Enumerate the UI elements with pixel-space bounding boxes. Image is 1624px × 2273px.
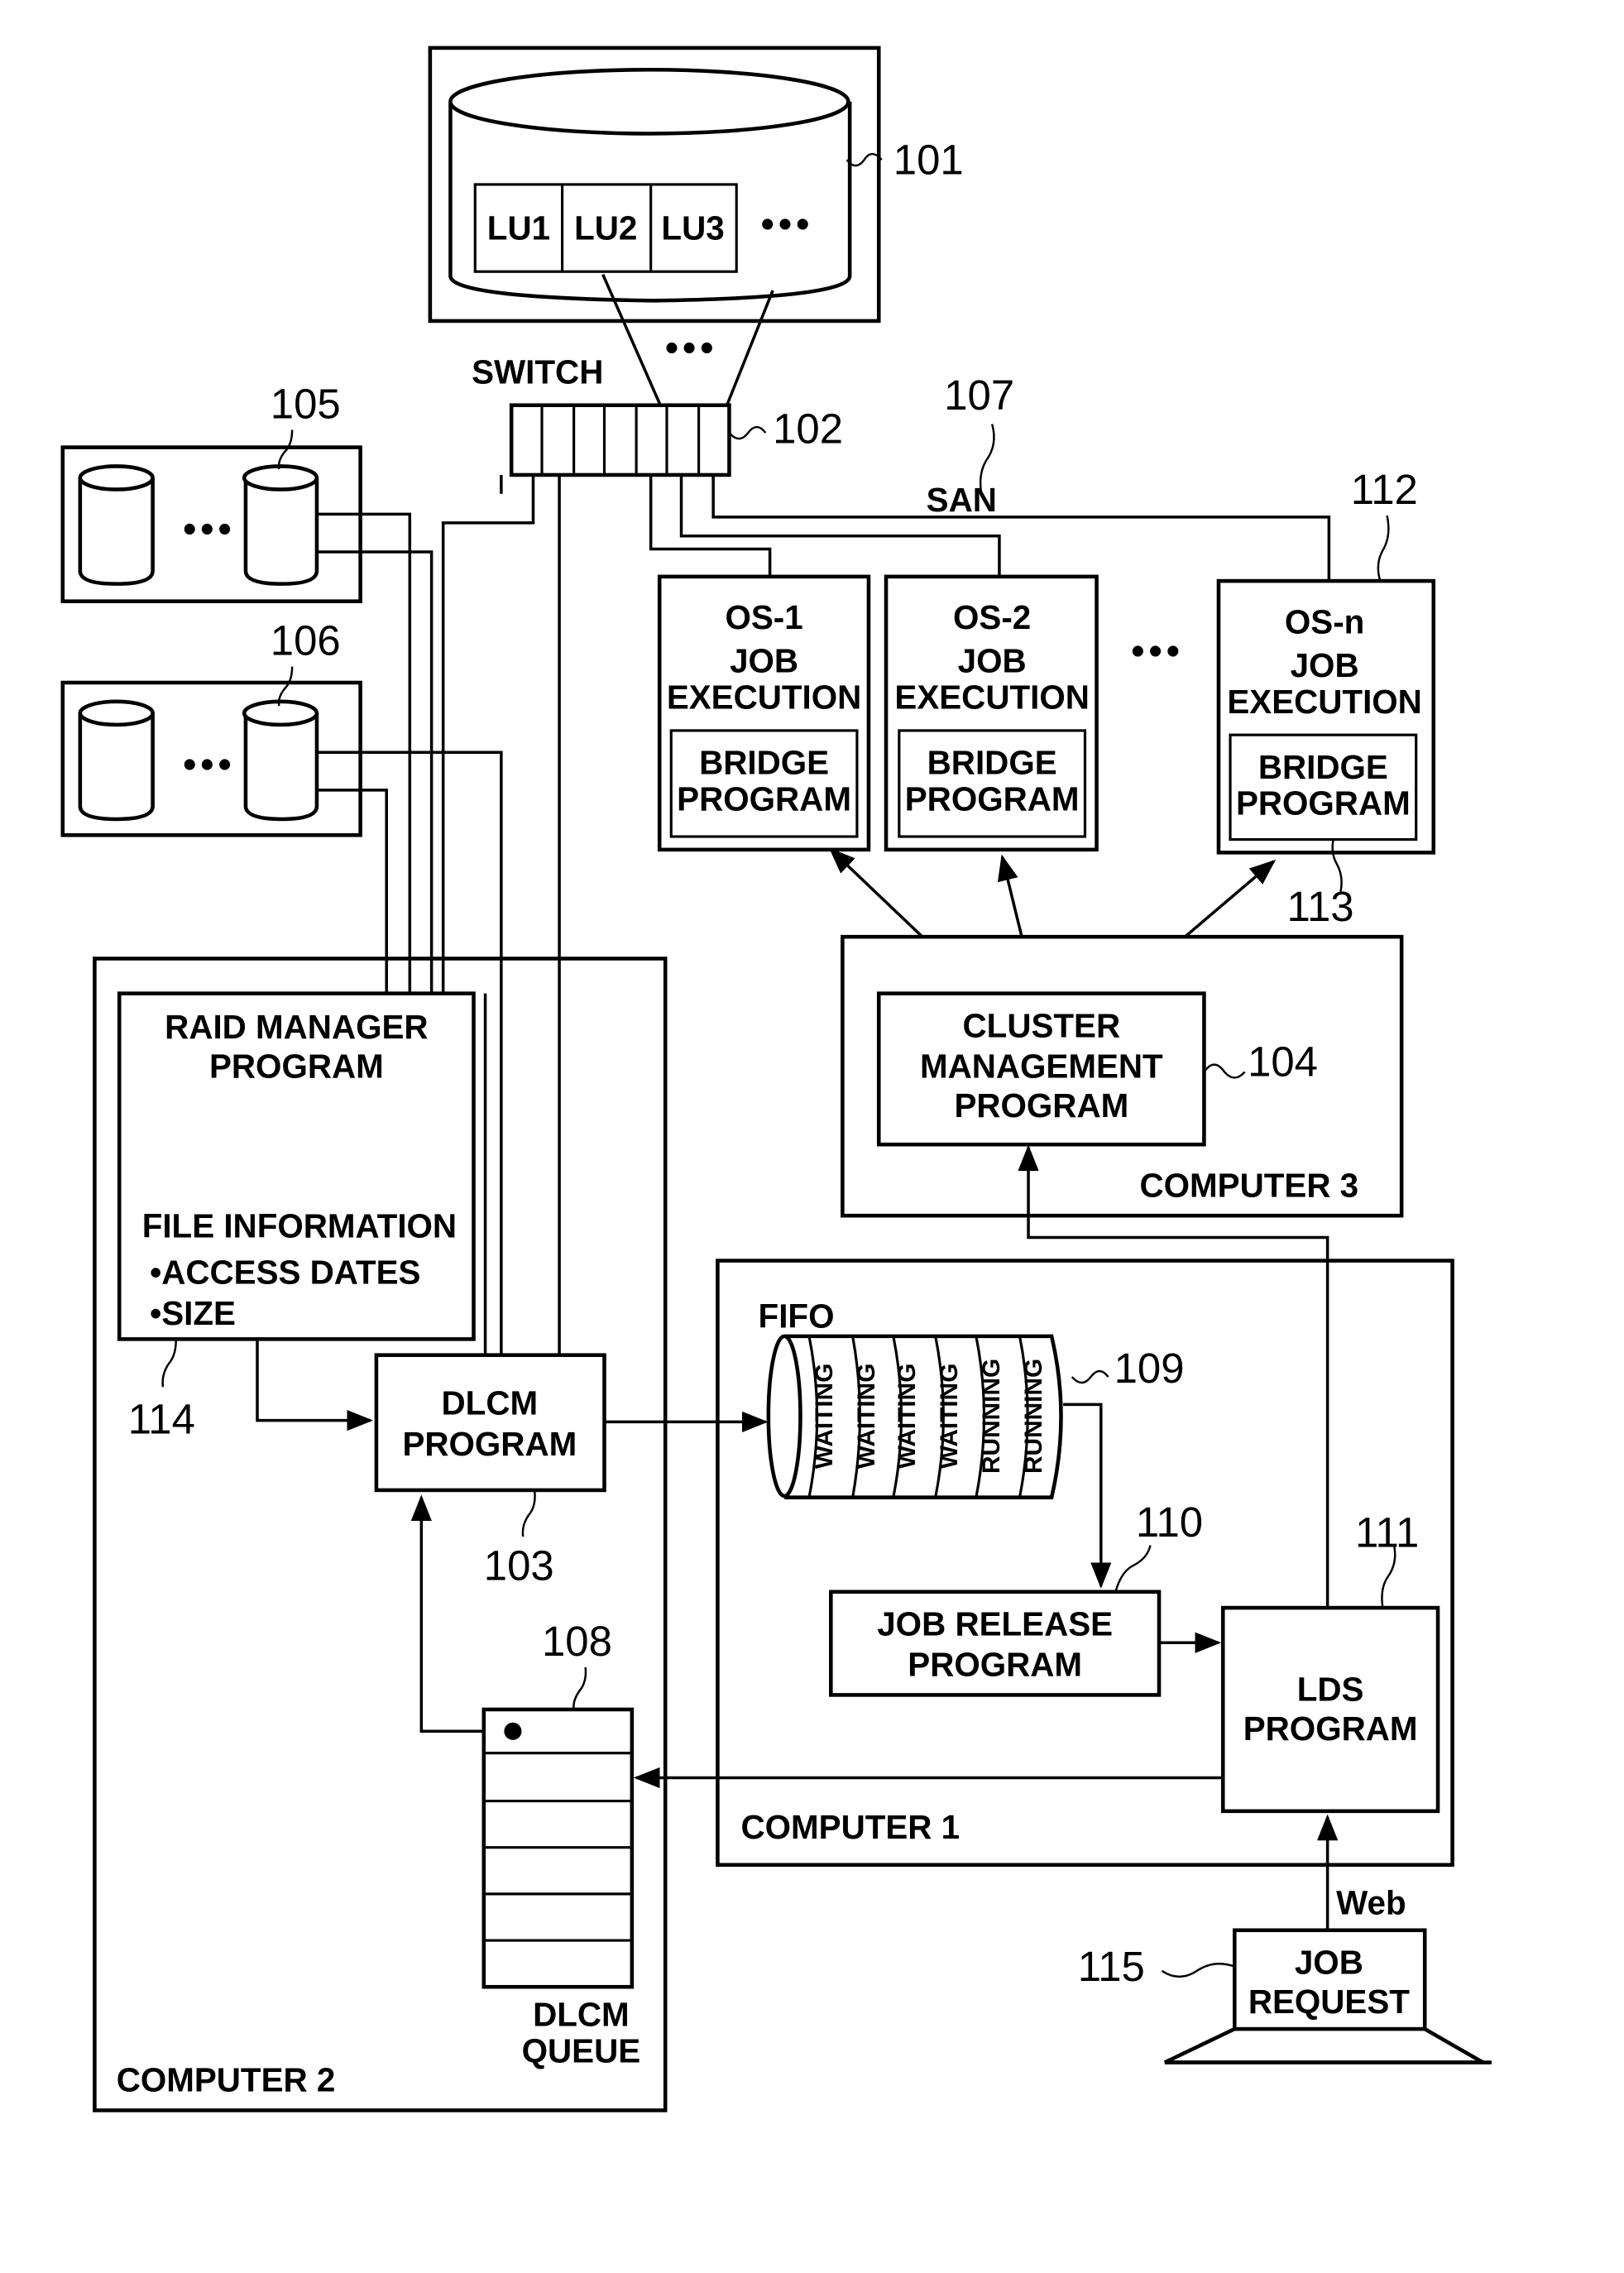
ref-107: 107: [944, 372, 1014, 419]
computer-2-label: COMPUTER 2: [117, 2061, 336, 2099]
disk-icon: [242, 699, 319, 822]
job-release-line: PROGRAM: [908, 1646, 1082, 1684]
cluster-line: PROGRAM: [954, 1086, 1128, 1125]
ref-109: 109: [1114, 1345, 1185, 1392]
cluster-line: MANAGEMENT: [920, 1047, 1163, 1085]
lu-more: •••: [761, 203, 814, 245]
raid-line: RAID MANAGER: [165, 1008, 428, 1046]
computer-1-label: COMPUTER 1: [740, 1808, 960, 1846]
dlcm-line: DLCM: [442, 1384, 539, 1422]
ref-110: 110: [1136, 1499, 1203, 1546]
job-label: JOB: [730, 642, 798, 680]
job-request-line: REQUEST: [1248, 1983, 1410, 2021]
queue-pointer-icon: [504, 1722, 522, 1740]
ref-113: 113: [1286, 883, 1353, 930]
program-label: PROGRAM: [677, 779, 851, 818]
fifo-slot: WAITING: [936, 1364, 963, 1470]
bridge-label: BRIDGE: [927, 744, 1057, 782]
bridge-label: BRIDGE: [699, 744, 829, 782]
os-name: OS-n: [1285, 602, 1364, 640]
lds-line: PROGRAM: [1243, 1710, 1418, 1748]
execution-label: EXECUTION: [1227, 683, 1421, 721]
ref-103: 103: [484, 1542, 554, 1590]
switch: SWITCH 102: [472, 352, 843, 477]
bridge-label: BRIDGE: [1258, 748, 1388, 786]
fifo-queue: WAITING WAITING WAITING WAITING RUNNING …: [766, 1334, 1063, 1499]
san-label: SAN: [927, 481, 997, 519]
job-release-program: JOB RELEASE PROGRAM: [829, 1590, 1162, 1697]
os-name: OS-1: [725, 598, 802, 636]
fifo-slot: WAITING: [893, 1364, 921, 1470]
fifo-slot: WAITING: [811, 1364, 838, 1470]
lu-2: LU2: [574, 209, 637, 247]
os-node-1: OS-1 JOB EXECUTION BRIDGE PROGRAM: [657, 574, 871, 852]
execution-label: EXECUTION: [667, 679, 861, 717]
file-info-label: FILE INFORMATION: [142, 1206, 457, 1244]
disk-more: •••: [183, 743, 236, 785]
queue-line: DLCM: [533, 1996, 630, 2034]
disk-group-105: ••• 105: [60, 381, 362, 603]
fifo-slot: RUNNING: [978, 1359, 1005, 1474]
dlcm-line: PROGRAM: [402, 1425, 577, 1463]
ref-101: 101: [893, 137, 964, 184]
ref-115: 115: [1078, 1943, 1145, 1990]
queue-line: QUEUE: [522, 2031, 641, 2069]
os-node-n: OS-n JOB EXECUTION BRIDGE PROGRAM: [1216, 578, 1436, 855]
ref-111: 111: [1355, 1508, 1419, 1556]
job-release-line: JOB RELEASE: [877, 1604, 1113, 1642]
ref-112: 112: [1351, 466, 1418, 513]
fifo-slot: WAITING: [853, 1364, 880, 1470]
raid-manager-program: RAID MANAGER PROGRAM FILE INFORMATION •A…: [117, 991, 476, 1341]
cluster-line: CLUSTER: [963, 1006, 1121, 1044]
computer-2: RAID MANAGER PROGRAM FILE INFORMATION •A…: [93, 957, 668, 2112]
switch-label: SWITCH: [472, 352, 603, 391]
dlcm-queue: DLCM QUEUE: [481, 1707, 641, 2069]
computer-1: FIFO WAITING WAITING WAITING WAITING RUN…: [633, 1259, 1454, 1868]
system-diagram: LU1 LU2 LU3 ••• 101 ••• SWITCH 102 107 S…: [60, 46, 1492, 2112]
computer-3: CLUSTER MANAGEMENT PROGRAM 104 COMPUTER …: [841, 934, 1404, 1218]
lds-line: LDS: [1297, 1670, 1364, 1708]
lu-3: LU3: [661, 209, 724, 247]
web-label: Web: [1336, 1883, 1406, 1921]
os-more: •••: [1131, 630, 1184, 672]
ref-102: 102: [773, 405, 843, 452]
disk-icon: [78, 699, 155, 822]
job-request-laptop-icon[interactable]: JOB REQUEST: [1164, 1928, 1492, 2064]
file-info-item: •SIZE: [150, 1294, 236, 1332]
lds-program: LDS PROGRAM: [1220, 1605, 1440, 1814]
disk-icon: [78, 464, 155, 586]
lu-1: LU1: [487, 209, 550, 247]
switch-port-more: •••: [665, 326, 718, 368]
os-node-2: OS-2 JOB EXECUTION BRIDGE PROGRAM: [884, 574, 1099, 852]
disk-more: •••: [183, 508, 236, 550]
job-request-line: JOB: [1295, 1943, 1363, 1981]
ref-105: 105: [271, 381, 341, 428]
computer-3-label: COMPUTER 3: [1140, 1166, 1359, 1204]
ref-106: 106: [271, 617, 341, 664]
dlcm-program: DLCM PROGRAM: [374, 1353, 606, 1493]
disk-icon: [242, 464, 319, 586]
raid-line: PROGRAM: [209, 1047, 384, 1085]
program-label: PROGRAM: [905, 779, 1080, 818]
fifo-slot: RUNNING: [1020, 1359, 1047, 1474]
disk-group-106: ••• 106: [60, 617, 362, 837]
execution-label: EXECUTION: [894, 679, 1089, 717]
ref-108: 108: [542, 1618, 612, 1665]
job-label: JOB: [1291, 646, 1359, 684]
ref-114: 114: [128, 1395, 195, 1442]
job-label: JOB: [958, 642, 1027, 680]
os-name: OS-2: [953, 598, 1031, 636]
cluster-management-program: CLUSTER MANAGEMENT PROGRAM: [876, 991, 1206, 1147]
fifo-label: FIFO: [759, 1297, 835, 1335]
storage-array: LU1 LU2 LU3 ••• 101: [428, 46, 964, 324]
ref-104: 104: [1248, 1038, 1318, 1086]
file-info-item: •ACCESS DATES: [150, 1254, 420, 1292]
program-label: PROGRAM: [1236, 784, 1411, 822]
